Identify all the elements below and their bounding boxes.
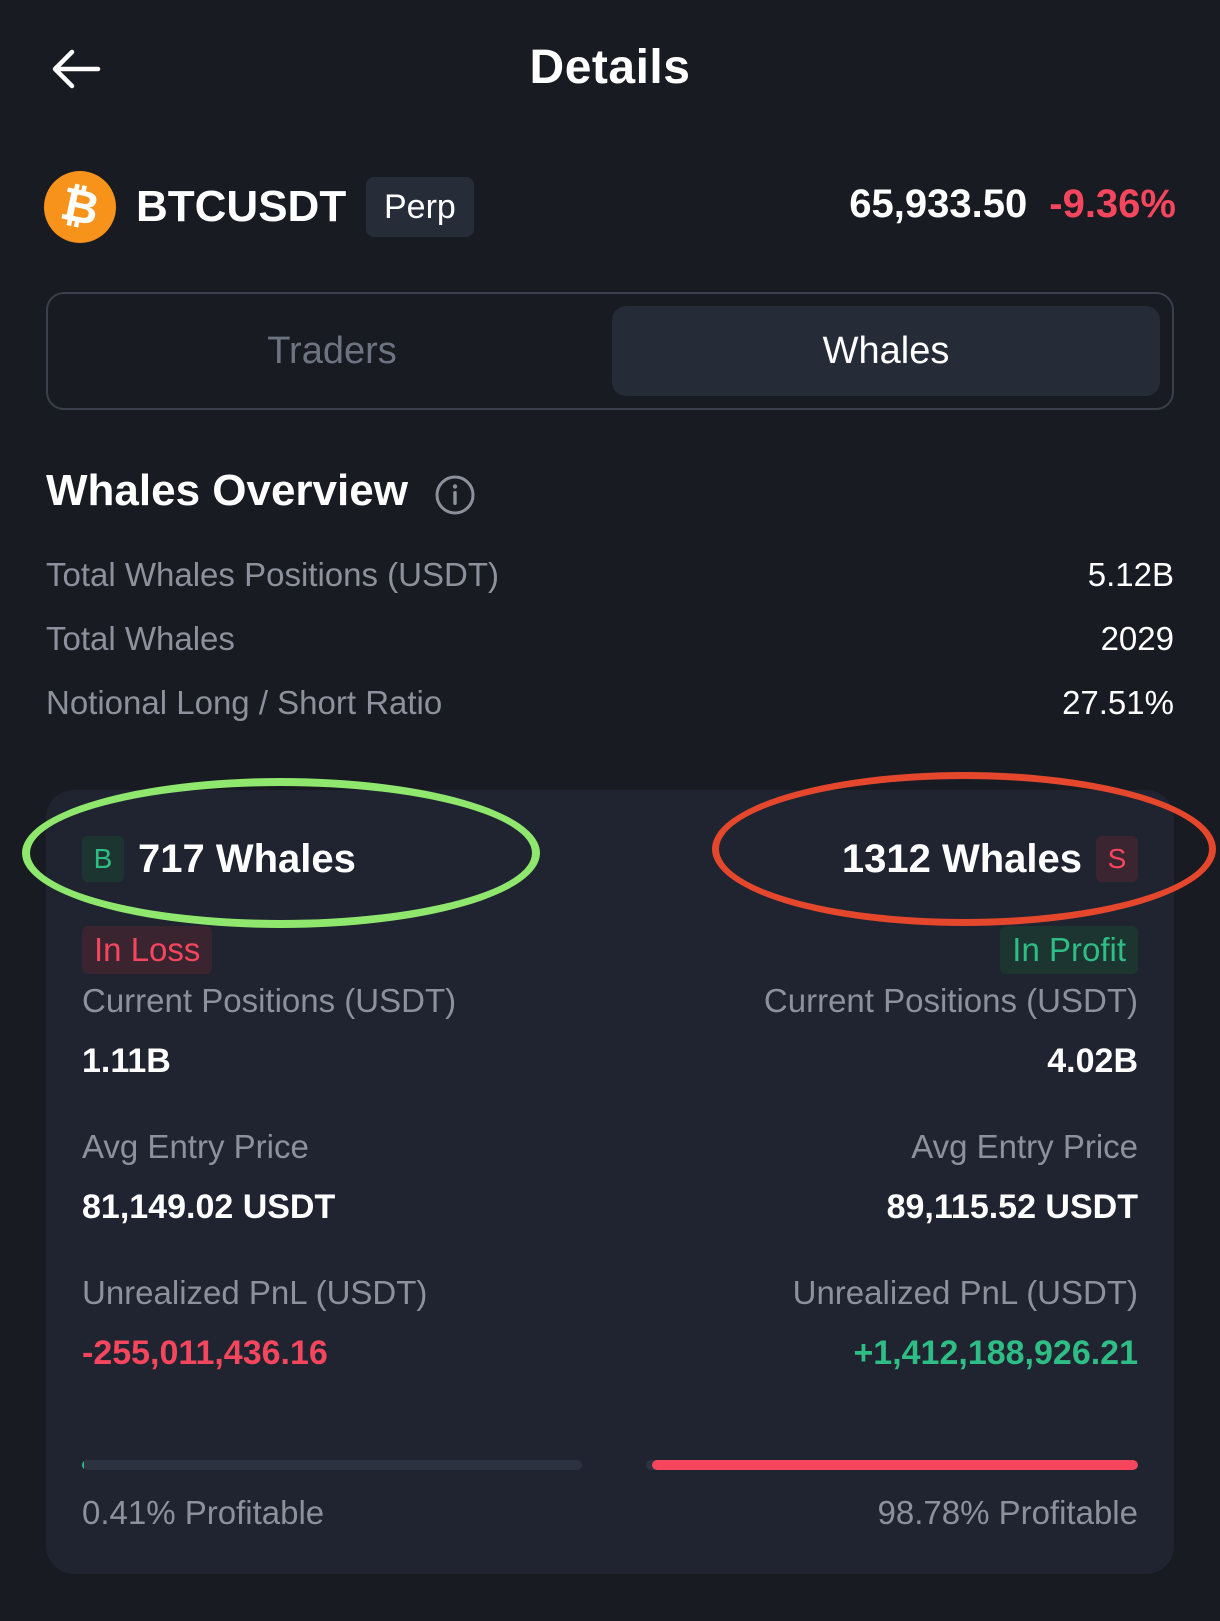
price-block: 65,933.50 -9.36% <box>849 182 1176 227</box>
status-badge: In Loss <box>82 926 213 974</box>
stat-label: Notional Long / Short Ratio <box>46 684 443 721</box>
stat-value: 2029 <box>1100 620 1174 657</box>
short-whales-count: 1312 Whales <box>841 836 1082 881</box>
bitcoin-glyph: ₿ <box>58 182 102 232</box>
profitable-bar-fill <box>82 1460 85 1470</box>
positions-value: 1.11B <box>82 1042 171 1080</box>
entry-price-label: Avg Entry Price <box>82 1128 309 1165</box>
status-badge: In Profit <box>1000 926 1138 974</box>
segment-tabs: Traders Whales <box>46 292 1174 410</box>
short-whales-header: 1312 Whales S <box>842 834 1138 884</box>
entry-price-label: Avg Entry Price <box>911 1128 1138 1165</box>
price-change: -9.36% <box>1049 182 1176 226</box>
positions-label: Current Positions (USDT) <box>763 982 1138 1019</box>
header: Details <box>0 0 1220 140</box>
profitable-text: 0.41% Profitable <box>82 1494 325 1531</box>
tab-traders[interactable]: Traders <box>58 306 606 396</box>
stat-row: Total Whales 2029 <box>46 620 1174 666</box>
positions-value: 4.02B <box>1047 1042 1138 1080</box>
long-whales-count: 717 Whales <box>138 836 356 881</box>
instrument-row: ₿ BTCUSDT Perp 65,933.50 -9.36% <box>44 170 1176 244</box>
profitable-bar <box>646 1460 1138 1470</box>
svg-text:₿: ₿ <box>58 182 102 232</box>
pnl-value: +1,412,188,926.21 <box>853 1334 1138 1372</box>
long-whales-header: B 717 Whales <box>82 834 356 884</box>
stat-row: Notional Long / Short Ratio 27.51% <box>46 684 1174 730</box>
sell-badge: S <box>1096 836 1138 882</box>
profitable-bar-fill <box>652 1460 1138 1470</box>
profitable-bar <box>82 1460 582 1470</box>
page-title: Details <box>529 41 691 94</box>
stat-label: Total Whales Positions (USDT) <box>46 556 499 593</box>
stat-value: 27.51% <box>1062 684 1174 721</box>
contract-type-badge: Perp <box>366 177 474 237</box>
section-title: Whales Overview <box>46 466 408 515</box>
profitable-text: 98.78% Profitable <box>877 1494 1138 1531</box>
tab-whales[interactable]: Whales <box>612 306 1160 396</box>
buy-badge: B <box>82 836 124 882</box>
entry-price-value: 89,115.52 USDT <box>886 1188 1138 1226</box>
pnl-value: -255,011,436.16 <box>82 1334 328 1372</box>
last-price: 65,933.50 <box>849 182 1028 226</box>
stat-value: 5.12B <box>1087 556 1174 593</box>
stat-label: Total Whales <box>46 620 235 657</box>
symbol-name: BTCUSDT <box>136 182 347 231</box>
info-circle-icon[interactable] <box>434 474 476 516</box>
positions-label: Current Positions (USDT) <box>82 982 457 1019</box>
pnl-label: Unrealized PnL (USDT) <box>82 1274 428 1311</box>
bitcoin-icon: ₿ <box>44 171 116 243</box>
details-page: Details ₿ BTCUSDT Perp 65,933.50 -9.36% T… <box>0 0 1220 1621</box>
pnl-label: Unrealized PnL (USDT) <box>792 1274 1138 1311</box>
stat-row: Total Whales Positions (USDT) 5.12B <box>46 556 1174 602</box>
long-short-card: B 717 Whales In Loss Current Positions (… <box>46 790 1174 1574</box>
entry-price-value: 81,149.02 USDT <box>82 1188 336 1226</box>
